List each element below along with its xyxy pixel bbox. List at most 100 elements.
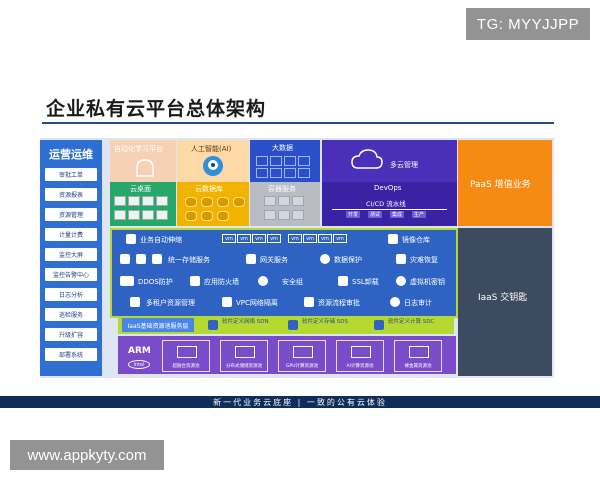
vm-chip: vm [303, 234, 317, 243]
pipeline-stage-test: 测试 [368, 211, 383, 218]
hw-pool-label: 分布式储储资源池 [226, 364, 262, 369]
ops-item: 日志分析 [45, 288, 97, 301]
page-title: 企业私有云平台总体架构 [46, 98, 267, 120]
ops-item: 监控告警中心 [45, 268, 97, 281]
vm-chip: vm [237, 234, 251, 243]
iaas-base-label: IaaS基础资源池服务层 [122, 318, 194, 332]
workflow-icon [304, 297, 314, 307]
pipeline-stage-dev: 开发 [346, 211, 361, 218]
watermark-top: TG: MYYJJPP [466, 8, 590, 40]
tile-container-label: 容器服务 [268, 185, 296, 193]
tile-ai: 人工智能(AI) [177, 140, 249, 182]
ddos-icon [120, 276, 134, 286]
tile-devops-label: DevOps [374, 184, 402, 192]
sdn-label: 软件定义网络 SDN [222, 319, 269, 325]
network-icon [208, 320, 218, 330]
tenant-icon [130, 297, 140, 307]
ops-title: 运营运维 [49, 148, 93, 161]
tile-cloud-desktop-label: 云桌面 [130, 185, 151, 193]
chip-icon [293, 346, 313, 358]
firewall-icon [190, 276, 200, 286]
arm-logo: ARM [128, 346, 151, 356]
shield-icon [258, 276, 268, 286]
compute-icon [374, 320, 384, 330]
data-protection-icon [320, 254, 330, 264]
feature-vpc: VPC网络隔离 [236, 299, 278, 307]
slide: 企业私有云平台总体架构 运营运维 审批工单 资源报表 资源管理 计量计费 监控大… [0, 0, 600, 480]
paas-label: PaaS 增值业务 [470, 180, 531, 190]
tile-multi-cloud-label: 多云管理 [390, 161, 418, 169]
title-divider [42, 122, 554, 124]
ssl-icon [338, 276, 348, 286]
ops-item: 资源报表 [45, 188, 97, 201]
watermark-bottom: www.appkyty.com [10, 440, 164, 470]
feature-log-audit: 日志审计 [404, 299, 432, 307]
tile-multi-cloud: 多云管理 [322, 140, 457, 182]
vm-chip: vm [318, 234, 332, 243]
hw-pool-distributed-storage: 分布式储储资源池 [220, 340, 268, 372]
footer-slogan: 新一代业务云底座 | 一致的公有云体验 [213, 397, 387, 407]
pipeline-stage-integrate: 集成 [390, 211, 405, 218]
autoscale-icon [126, 234, 136, 244]
feature-multi-tenant: 多租户资源管理 [146, 299, 195, 307]
storage-icon [120, 254, 130, 264]
hw-pool-hyperconverged: 超融合资源池 [162, 340, 210, 372]
sdc-label: 软件定义计算 SDC [388, 319, 435, 325]
robot-icon [203, 156, 223, 176]
feature-unified-storage: 统一存储服务 [168, 256, 210, 264]
feature-data-protection: 数据保护 [334, 256, 362, 264]
iaas-turnkey-label: IaaS 交钥匙 [478, 293, 528, 303]
feature-security-group: 安全组 [282, 278, 303, 286]
vm-chip: vm [252, 234, 266, 243]
ops-item: 审批工单 [45, 168, 97, 181]
feature-gateway-service: 网关服务 [260, 256, 288, 264]
tile-container: 容器服务 [250, 182, 320, 226]
server-icon [177, 346, 197, 358]
tile-ai-label: 人工智能(AI) [191, 145, 232, 153]
vm-chip: vm [288, 234, 302, 243]
tile-cloud-db-label: 云数据库 [195, 185, 223, 193]
tile-auto-learning: 自动化学习平台 [110, 140, 176, 182]
ai-card-icon [351, 346, 371, 358]
feature-app-firewall: 应用防火墙 [204, 278, 239, 286]
vm-chip: vm [222, 234, 236, 243]
feature-disaster-recovery: 灾难恢复 [410, 256, 438, 264]
rack-icon [409, 346, 429, 358]
ops-item: 巡检服务 [45, 308, 97, 321]
paas-panel: PaaS 增值业务 [458, 140, 552, 226]
tile-big-data-label: 大数据 [272, 144, 293, 152]
image-repo-icon [388, 234, 398, 244]
gateway-icon [246, 254, 256, 264]
feature-ssl-offload: SSL卸载 [352, 278, 379, 286]
hw-pool-gpu: GPU计算资源池 [278, 340, 326, 372]
tile-cicd-label: CI/CD 流水线 [366, 200, 406, 208]
ops-item: 监控大屏 [45, 248, 97, 261]
brain-icon [136, 159, 154, 177]
feature-vm-key: 虚拟机密钥 [410, 278, 445, 286]
cloud-icon [351, 149, 383, 169]
intel-logo: intel [128, 360, 150, 369]
storage-icon [136, 254, 146, 264]
tile-cloud-desktop: 云桌面 [110, 182, 176, 226]
disaster-recovery-icon [396, 254, 406, 264]
ops-item: 部署系统 [45, 348, 97, 361]
hw-pool-label: GPU计算资源池 [286, 364, 318, 369]
pipeline-stage-prod: 生产 [412, 211, 427, 218]
hw-pool-label: AI计算资源池 [346, 364, 374, 369]
hw-pool-bare-metal: 裸金属资源池 [394, 340, 442, 372]
disk-icon [235, 346, 255, 358]
hw-pool-label: 裸金属资源池 [404, 364, 432, 369]
hw-pool-label: 超融合资源池 [172, 364, 200, 369]
vm-chip: vm [267, 234, 281, 243]
vm-chip: vm [333, 234, 347, 243]
iaas-turnkey-panel: IaaS 交钥匙 [458, 228, 552, 376]
storage-icon [152, 254, 162, 264]
vpc-icon [222, 297, 232, 307]
ops-item: 计量计费 [45, 228, 97, 241]
feature-ddos: DDOS防护 [138, 278, 173, 286]
feature-image-repo: 镜像仓库 [402, 236, 430, 244]
tile-auto-learning-label: 自动化学习平台 [114, 145, 163, 153]
feature-workflow-approval: 资源流程审批 [318, 299, 360, 307]
tile-cloud-db: 云数据库 [177, 182, 249, 226]
ops-item: 资源管理 [45, 208, 97, 221]
